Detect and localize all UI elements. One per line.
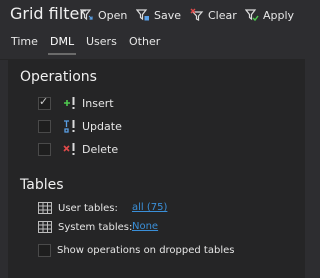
- delete-checkbox[interactable]: [38, 142, 51, 156]
- checkmark-icon: ✓: [39, 94, 49, 108]
- save-label: Save: [154, 8, 182, 22]
- delete-icon: [63, 143, 75, 155]
- update-checkbox[interactable]: [38, 119, 51, 133]
- system-tables-label: System tables:: [58, 221, 133, 233]
- dropped-tables-label: Show operations on dropped tables: [57, 244, 235, 256]
- dropped-tables-checkbox[interactable]: [38, 243, 51, 257]
- save-button[interactable]: Save: [136, 7, 181, 23]
- apply-label: Apply: [263, 8, 295, 22]
- tab-dml[interactable]: DML: [48, 35, 77, 55]
- tables-heading: Tables: [20, 177, 64, 193]
- operation-delete[interactable]: Delete: [38, 141, 118, 157]
- user-tables-link[interactable]: all (75): [132, 202, 167, 213]
- funnel-save-icon: [136, 9, 149, 21]
- delete-label: Delete: [82, 142, 119, 156]
- funnel-apply-icon: [245, 9, 259, 22]
- insert-label: Insert: [82, 96, 114, 110]
- system-tables-row: System tables:: [38, 220, 132, 234]
- dropped-tables-option[interactable]: Show operations on dropped tables: [38, 243, 234, 257]
- user-tables-row: User tables:: [38, 201, 118, 215]
- user-tables-label: User tables:: [58, 202, 118, 214]
- active-tab-indicator: [48, 53, 77, 55]
- open-label: Open: [98, 8, 128, 22]
- table-grid-icon: [38, 221, 52, 233]
- insert-checkbox[interactable]: ✓: [38, 94, 51, 110]
- table-grid-icon: [38, 202, 52, 214]
- funnel-clear-icon: [190, 8, 204, 21]
- tab-dml-label: DML: [50, 35, 75, 48]
- toolbar: Grid filter Open Save Clear Apply: [0, 0, 305, 30]
- operations-heading: Operations: [20, 69, 97, 85]
- clear-button[interactable]: Clear: [190, 7, 237, 23]
- apply-button[interactable]: Apply: [245, 7, 294, 23]
- tab-users[interactable]: Users: [86, 35, 117, 48]
- insert-icon: [64, 97, 75, 109]
- operation-update[interactable]: Update: [38, 118, 122, 134]
- update-label: Update: [82, 119, 122, 133]
- tab-time[interactable]: Time: [11, 35, 38, 48]
- grid-filter-window: Grid filter Open Save Clear Apply Time D…: [0, 0, 305, 278]
- open-button[interactable]: Open: [80, 7, 127, 23]
- clear-label: Clear: [208, 8, 237, 22]
- filter-tabs: Time DML Users Other: [0, 31, 305, 60]
- update-icon: [64, 120, 75, 133]
- system-tables-link[interactable]: None: [132, 221, 158, 232]
- operation-insert[interactable]: ✓ Insert: [38, 95, 114, 111]
- window-title: Grid filter: [10, 4, 86, 23]
- tab-other[interactable]: Other: [129, 35, 160, 48]
- funnel-open-icon: [80, 9, 93, 21]
